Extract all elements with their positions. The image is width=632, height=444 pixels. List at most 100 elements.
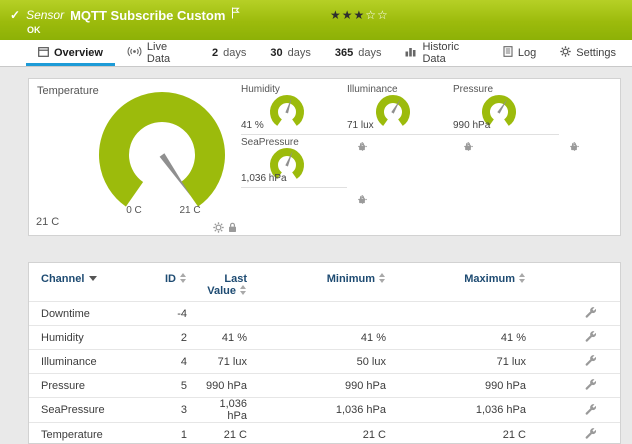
seapressure-gauge-value: 1,036 hPa — [241, 173, 287, 184]
stars-empty: ☆☆ — [365, 8, 389, 22]
column-header-minimum[interactable]: Minimum — [255, 263, 394, 302]
channel-minimum — [255, 302, 394, 326]
tab-live-data-label: Live Data — [147, 41, 188, 65]
gear-icon — [560, 46, 571, 60]
channel-maximum: 71 lux — [394, 350, 534, 374]
chevron-down-icon — [89, 276, 97, 281]
tab-historic-data-label: Historic Data — [422, 41, 478, 65]
tab-2-days[interactable]: 2 days — [200, 40, 258, 66]
channel-id: 1 — [157, 423, 199, 444]
channel-name[interactable]: Illuminance — [29, 350, 157, 374]
tab-2-days-number: 2 — [212, 47, 218, 59]
wrench-settings-icon[interactable] — [584, 406, 596, 418]
channel-minimum: 21 C — [255, 423, 394, 444]
channel-maximum: 21 C — [394, 423, 534, 444]
table-row: SeaPressure 3 1,036 hPa 1,036 hPa 1,036 … — [29, 398, 620, 423]
tab-log-label: Log — [518, 47, 536, 59]
flag-icon[interactable] — [231, 6, 240, 24]
temperature-gauge-value: 21 C — [36, 216, 59, 228]
channels-table-panel: Channel ID Last Value Minimum Maximum Do… — [28, 262, 621, 444]
tab-overview[interactable]: Overview — [26, 40, 115, 66]
channel-last-value: 1,036 hPa — [199, 398, 255, 423]
sort-icon — [379, 273, 386, 283]
temperature-gauge — [87, 89, 237, 219]
tab-historic-data[interactable]: Historic Data — [393, 40, 490, 66]
illuminance-gauge-value: 71 lux — [347, 120, 374, 131]
gauges-panel: Temperature 0 C 21 C 21 C Humidity 41 % — [28, 78, 621, 236]
humidity-gauge-value: 41 % — [241, 120, 264, 131]
status-badge: OK — [27, 25, 41, 35]
humidity-gauge-dial — [257, 94, 317, 130]
sensor-title: MQTT Subscribe Custom — [70, 8, 225, 23]
channel-minimum: 1,036 hPa — [255, 398, 394, 423]
column-header-id[interactable]: ID — [157, 263, 199, 302]
channel-name[interactable]: SeaPressure — [29, 398, 157, 423]
tab-settings[interactable]: Settings — [548, 40, 628, 66]
channel-maximum — [394, 302, 534, 326]
channel-minimum: 990 hPa — [255, 374, 394, 398]
tab-live-data[interactable]: Live Data — [115, 40, 200, 66]
channel-last-value: 990 hPa — [199, 374, 255, 398]
sort-icon — [240, 285, 247, 295]
sensor-kind-label: Sensor — [26, 8, 64, 22]
tab-2-days-unit: days — [223, 47, 246, 59]
channel-name[interactable]: Humidity — [29, 326, 157, 350]
channel-id: 5 — [157, 374, 199, 398]
wrench-settings-icon[interactable] — [584, 357, 596, 369]
tab-365-days-number: 365 — [335, 47, 353, 59]
channel-minimum: 50 lux — [255, 350, 394, 374]
channel-maximum: 1,036 hPa — [394, 398, 534, 423]
channel-last-value — [199, 302, 255, 326]
channel-id: 2 — [157, 326, 199, 350]
humidity-gauge: Humidity 41 % — [241, 84, 347, 135]
broadcast-icon — [127, 46, 142, 60]
channel-last-value: 21 C — [199, 423, 255, 444]
channel-id: 3 — [157, 398, 199, 423]
column-header-channel[interactable]: Channel — [29, 263, 157, 302]
channel-maximum: 990 hPa — [394, 374, 534, 398]
wrench-settings-icon[interactable] — [584, 333, 596, 345]
table-row: Pressure 5 990 hPa 990 hPa 990 hPa — [29, 374, 620, 398]
stars-filled: ★★★ — [330, 8, 365, 22]
channel-name[interactable]: Temperature — [29, 423, 157, 444]
tab-30-days-unit: days — [288, 47, 311, 59]
document-icon — [503, 46, 513, 60]
gauge-scale-min: 0 C — [119, 205, 149, 216]
channel-name[interactable]: Downtime — [29, 302, 157, 326]
pressure-gauge-value: 990 hPa — [453, 120, 490, 131]
tab-30-days[interactable]: 30 days — [258, 40, 323, 66]
tab-log[interactable]: Log — [491, 40, 548, 66]
sort-icon — [519, 273, 526, 283]
channels-table: Channel ID Last Value Minimum Maximum Do… — [29, 263, 620, 444]
gauge-gear-icon[interactable] — [213, 220, 224, 238]
table-row: Downtime -4 — [29, 302, 620, 326]
tab-365-days-unit: days — [358, 47, 381, 59]
channel-id: -4 — [157, 302, 199, 326]
channel-name[interactable]: Pressure — [29, 374, 157, 398]
tab-365-days[interactable]: 365 days — [323, 40, 394, 66]
channel-minimum: 41 % — [255, 326, 394, 350]
channel-maximum: 41 % — [394, 326, 534, 350]
channel-last-value: 71 lux — [199, 350, 255, 374]
wrench-settings-icon[interactable] — [584, 381, 596, 393]
wrench-settings-icon[interactable] — [584, 430, 596, 442]
sensor-header: ✓ Sensor MQTT Subscribe Custom ★★★☆☆ OK — [0, 0, 632, 41]
wrench-settings-icon[interactable] — [584, 309, 596, 321]
channel-last-value: 41 % — [199, 326, 255, 350]
bar-chart-icon — [405, 47, 417, 60]
gauge-scale-max: 21 C — [172, 205, 208, 216]
tab-overview-label: Overview — [54, 47, 103, 59]
illuminance-gauge: Illuminance 71 lux — [347, 84, 453, 135]
ok-check-icon: ✓ — [10, 8, 20, 22]
column-header-tools — [534, 263, 620, 302]
sort-icon — [180, 273, 187, 283]
priority-stars[interactable]: ★★★☆☆ — [330, 8, 389, 22]
table-row: Humidity 2 41 % 41 % 41 % — [29, 326, 620, 350]
column-header-maximum[interactable]: Maximum — [394, 263, 534, 302]
tab-settings-label: Settings — [576, 47, 616, 59]
table-row: Illuminance 4 71 lux 50 lux 71 lux — [29, 350, 620, 374]
column-header-last-value[interactable]: Last Value — [199, 263, 255, 302]
table-row: Temperature 1 21 C 21 C 21 C — [29, 423, 620, 444]
pressure-gauge: Pressure 990 hPa — [453, 84, 559, 135]
prtg-sensor-page: ✓ Sensor MQTT Subscribe Custom ★★★☆☆ OK … — [0, 0, 632, 444]
